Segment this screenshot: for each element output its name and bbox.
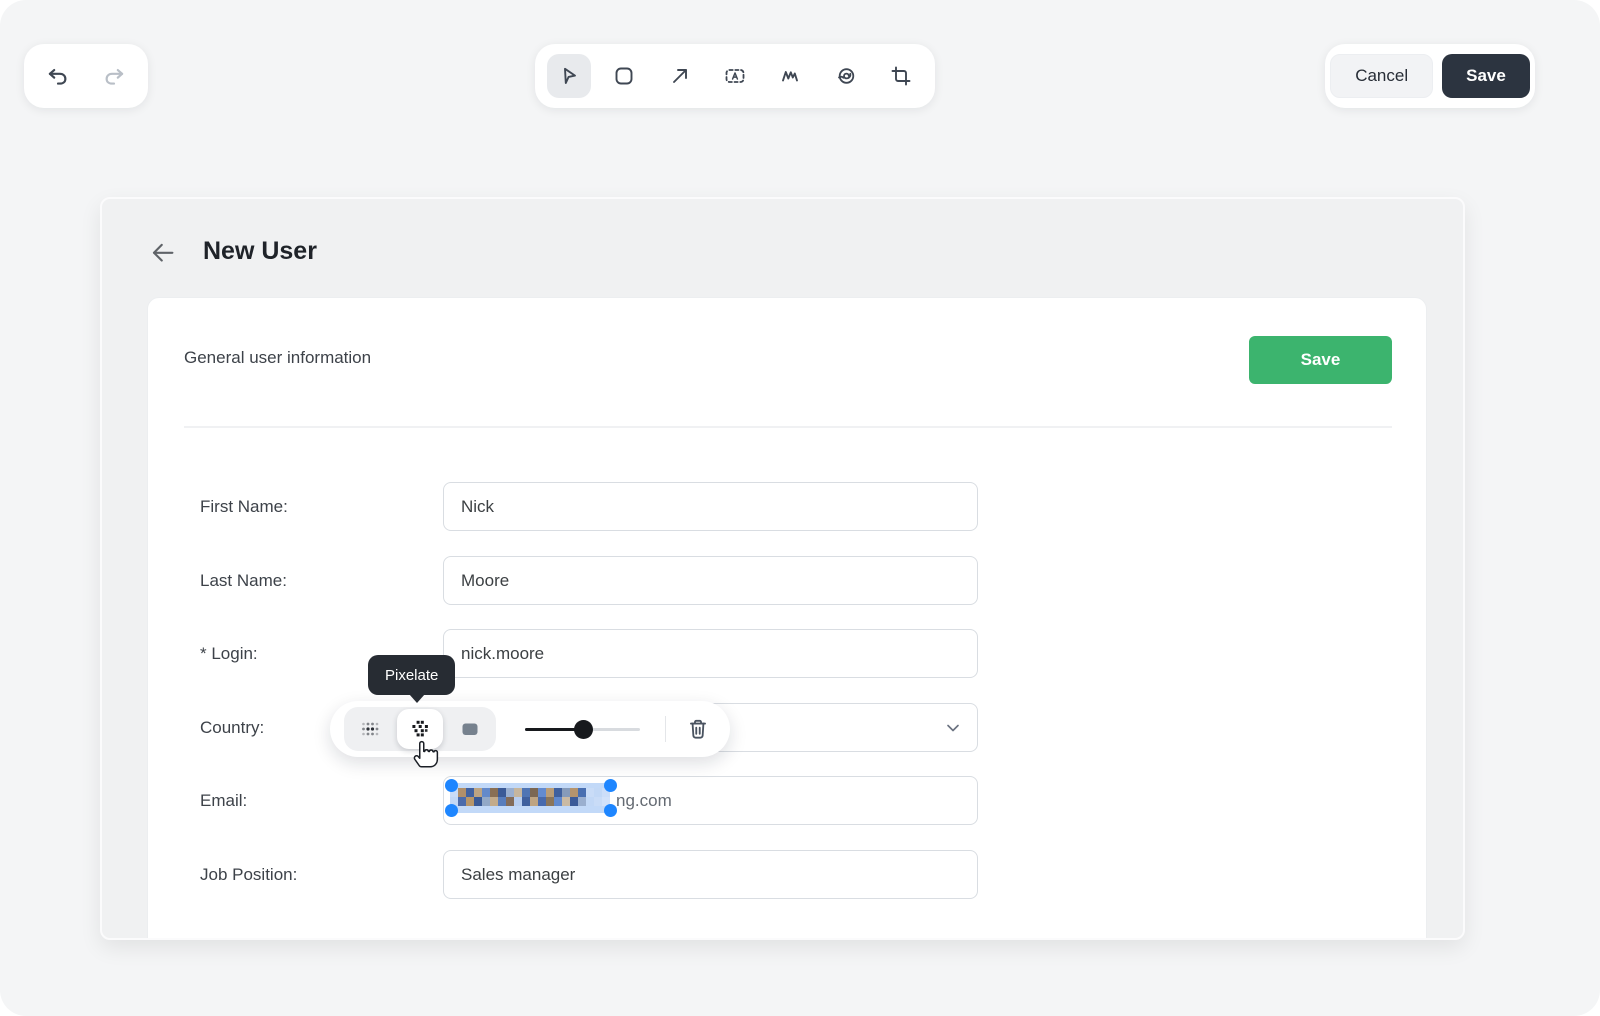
screenshot-editor-window: Cancel Save New User General user inform… bbox=[0, 0, 1600, 1016]
pixelate-tooltip: Pixelate bbox=[368, 655, 455, 695]
redaction-toolbar bbox=[330, 701, 730, 757]
last-name-input[interactable]: Moore bbox=[443, 556, 978, 605]
select-tool-button[interactable] bbox=[547, 54, 591, 98]
email-label: Email: bbox=[200, 791, 443, 811]
rectangle-tool-button[interactable] bbox=[602, 54, 646, 98]
back-arrow-icon bbox=[148, 238, 178, 268]
job-position-label: Job Position: bbox=[200, 865, 443, 885]
redo-button[interactable] bbox=[92, 54, 136, 98]
annotation-toolbar bbox=[535, 44, 935, 108]
field-row-first-name: First Name: Nick bbox=[200, 482, 1408, 531]
crop-tool-button[interactable] bbox=[879, 54, 923, 98]
divider bbox=[184, 426, 1392, 428]
email-visible-value: ng.com bbox=[616, 791, 672, 811]
cancel-button[interactable]: Cancel bbox=[1330, 54, 1433, 98]
screenshot-canvas: New User General user information Save F… bbox=[100, 197, 1465, 940]
first-name-label: First Name: bbox=[200, 497, 443, 517]
first-name-value: Nick bbox=[461, 497, 494, 517]
page-title: New User bbox=[203, 237, 317, 266]
last-name-label: Last Name: bbox=[200, 571, 443, 591]
scribble-icon bbox=[834, 64, 858, 88]
last-name-value: Moore bbox=[461, 571, 509, 591]
save-button[interactable]: Save bbox=[1442, 54, 1530, 98]
chevron-down-icon bbox=[943, 718, 963, 738]
solid-fill-icon bbox=[458, 717, 482, 741]
intensity-slider[interactable] bbox=[525, 701, 640, 757]
pixelated-redaction-region[interactable] bbox=[450, 783, 610, 813]
resize-handle-bottom-left[interactable] bbox=[445, 804, 458, 817]
history-toolbar bbox=[24, 44, 148, 108]
rectangle-icon bbox=[612, 64, 636, 88]
arrow-icon bbox=[668, 64, 692, 88]
tooltip-caret bbox=[409, 694, 425, 703]
cursor-icon bbox=[557, 64, 581, 88]
crop-icon bbox=[889, 64, 913, 88]
blur-mode-button[interactable] bbox=[347, 709, 393, 749]
user-form-card: General user information Save First Name… bbox=[147, 297, 1427, 940]
form-save-button[interactable]: Save bbox=[1249, 336, 1392, 384]
first-name-input[interactable]: Nick bbox=[443, 482, 978, 531]
marker-icon bbox=[778, 64, 802, 88]
job-position-input[interactable]: Sales manager bbox=[443, 850, 978, 899]
job-position-value: Sales manager bbox=[461, 865, 575, 885]
field-row-last-name: Last Name: Moore bbox=[200, 556, 1408, 605]
hand-cursor-icon bbox=[410, 736, 440, 770]
undo-arrow-icon bbox=[45, 63, 71, 89]
undo-button[interactable] bbox=[36, 54, 80, 98]
login-input[interactable]: nick.moore bbox=[443, 629, 978, 678]
editor-actions: Cancel Save bbox=[1325, 44, 1535, 108]
solid-mode-button[interactable] bbox=[447, 709, 493, 749]
arrow-tool-button[interactable] bbox=[658, 54, 702, 98]
redo-arrow-icon bbox=[101, 63, 127, 89]
delete-redaction-button[interactable] bbox=[678, 709, 718, 749]
trash-icon bbox=[685, 716, 711, 742]
pixelate-tooltip-label: Pixelate bbox=[385, 667, 438, 684]
resize-handle-bottom-right[interactable] bbox=[604, 804, 617, 817]
login-value: nick.moore bbox=[461, 644, 544, 664]
text-tool-button[interactable] bbox=[713, 54, 757, 98]
resize-handle-top-left[interactable] bbox=[445, 779, 458, 792]
scribble-tool-button[interactable] bbox=[824, 54, 868, 98]
back-button[interactable] bbox=[146, 237, 180, 271]
selection-tint bbox=[450, 783, 610, 813]
toolbar-divider bbox=[665, 716, 666, 742]
field-row-email: Email: ng.com bbox=[200, 776, 1408, 825]
marker-tool-button[interactable] bbox=[768, 54, 812, 98]
field-row-job-position: Job Position: Sales manager bbox=[200, 850, 1408, 899]
resize-handle-top-right[interactable] bbox=[604, 779, 617, 792]
section-title: General user information bbox=[184, 348, 371, 368]
slider-thumb[interactable] bbox=[574, 720, 593, 739]
blur-dots-icon bbox=[358, 717, 382, 741]
text-box-icon bbox=[723, 64, 747, 88]
